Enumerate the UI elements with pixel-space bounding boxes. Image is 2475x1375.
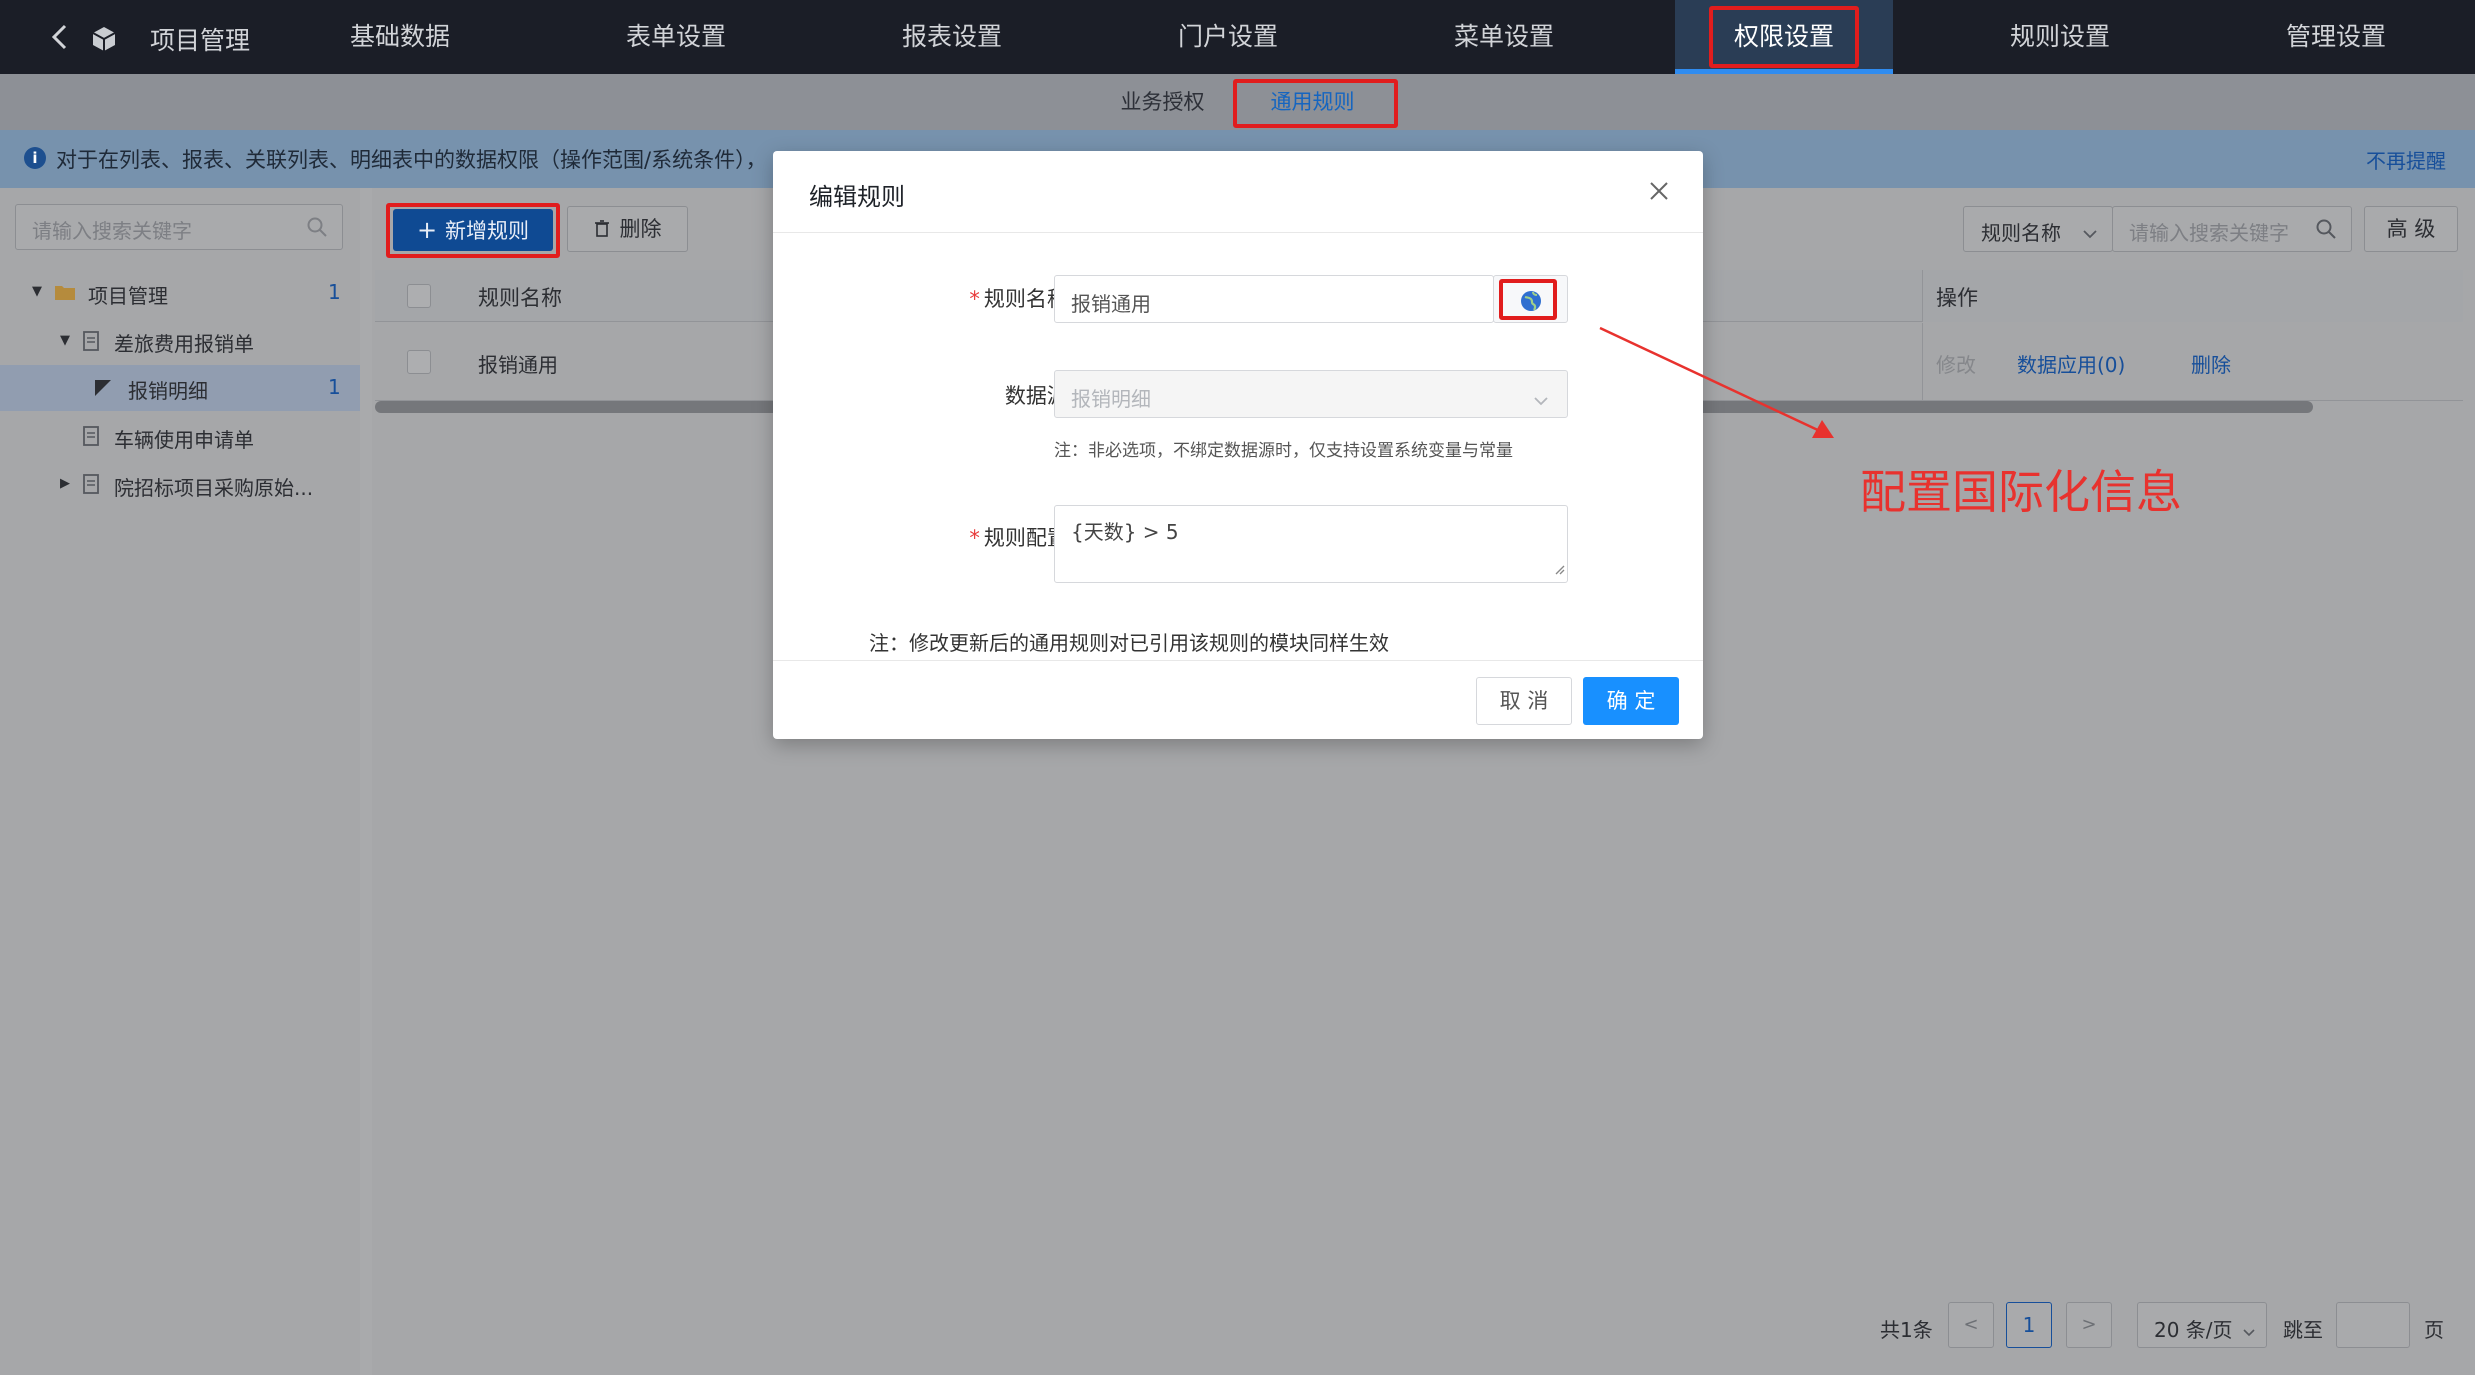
sidebar-search-placeholder: 请输入搜索关键字 xyxy=(32,219,192,243)
header-checkbox[interactable] xyxy=(407,284,431,308)
rule-name-input[interactable]: 报销通用 xyxy=(1054,275,1494,323)
confirm-button[interactable]: 确 定 xyxy=(1583,677,1679,725)
column-header-rule-name[interactable]: 规则名称 xyxy=(478,282,562,312)
plus-icon: + xyxy=(416,216,438,244)
tab-rule-settings[interactable]: 规则设置 xyxy=(1960,0,2160,74)
page-size-select[interactable]: 20 条/页 xyxy=(2137,1302,2267,1348)
dialog-bottom-note: 注：修改更新后的通用规则对已引用该规则的模块同样生效 xyxy=(869,631,1389,655)
tab-report-settings[interactable]: 报表设置 xyxy=(852,0,1052,74)
page-size-value: 20 条/页 xyxy=(2154,1318,2233,1342)
jump-to-label: 跳至 xyxy=(2283,1318,2323,1342)
globe-icon xyxy=(1519,289,1543,318)
filter-field-value: 规则名称 xyxy=(1981,221,2061,245)
page-number-button[interactable]: 1 xyxy=(2006,1302,2052,1348)
rule-config-value: {天数} > 5 xyxy=(1071,520,1179,544)
tab-menu-settings[interactable]: 菜单设置 xyxy=(1404,0,1604,74)
annotation-text: 配置国际化信息 xyxy=(1860,465,2182,519)
tree-caret-down-icon[interactable]: ▼ xyxy=(60,333,70,348)
advanced-search-button[interactable]: 高 级 xyxy=(2364,206,2458,252)
tab-basic-data[interactable]: 基础数据 xyxy=(300,0,500,74)
subtab-common-rules[interactable]: 通用规则 xyxy=(1250,74,1375,130)
delete-button[interactable]: 删除 xyxy=(567,206,688,252)
rule-name-value: 报销通用 xyxy=(1071,292,1151,316)
advanced-label: 高 级 xyxy=(2386,217,2436,241)
jump-page-input[interactable] xyxy=(2336,1302,2410,1348)
pagination-total: 共1条 xyxy=(1880,1318,1933,1342)
chevron-down-icon xyxy=(2082,221,2098,245)
tab-form-settings[interactable]: 表单设置 xyxy=(576,0,776,74)
tree-item-expense-detail[interactable]: 报销明细 xyxy=(128,375,208,404)
next-page-button[interactable]: > xyxy=(2066,1302,2112,1348)
table-search-input[interactable]: 请输入搜索关键字 xyxy=(2112,206,2352,252)
trash-icon xyxy=(594,208,610,252)
search-icon[interactable] xyxy=(306,216,328,243)
chevron-down-icon xyxy=(2242,1319,2256,1343)
dialog-title: 编辑规则 xyxy=(809,183,905,211)
form-doc-icon xyxy=(82,330,100,357)
confirm-label: 确 定 xyxy=(1606,689,1656,713)
required-marker: * xyxy=(969,287,980,311)
datasource-select[interactable]: 报销明细 xyxy=(1054,370,1568,418)
dialog-footer-divider xyxy=(773,660,1703,661)
edit-rule-dialog: 编辑规则 * 规则名称: 报销通用 数据源: 报销明细 注：非必选项，不绑定数据源… xyxy=(773,151,1703,739)
top-navigation-bar: 项目管理 基础数据 表单设置 报表设置 门户设置 菜单设置 权限设置 规则设置 … xyxy=(0,0,2475,74)
folder-icon xyxy=(54,282,76,306)
info-text: 对于在列表、报表、关联列表、明细表中的数据权限（操作范围/系统条件）， xyxy=(56,148,767,172)
delete-label: 删除 xyxy=(619,217,662,241)
tree-item-vehicle-request[interactable]: 车辆使用申请单 xyxy=(114,424,254,453)
tree-count-badge: 1 xyxy=(328,375,341,399)
tree-item-travel-expense[interactable]: 差旅费用报销单 xyxy=(114,328,254,357)
required-marker: * xyxy=(969,526,980,550)
add-rule-label: 新增规则 xyxy=(445,219,530,243)
actions-column-header-bg xyxy=(1922,270,2463,322)
info-icon: i xyxy=(24,147,46,169)
subtab-active-underline xyxy=(1262,124,1364,127)
row-data-usage-link[interactable]: 数据应用(0) xyxy=(2017,349,2125,378)
datasource-value: 报销明细 xyxy=(1071,387,1151,411)
row-edit-link[interactable]: 修改 xyxy=(1936,349,1976,378)
dismiss-link[interactable]: 不再提醒 xyxy=(2366,145,2446,174)
rule-config-label: * 规则配置: xyxy=(813,522,1075,552)
tab-admin-settings[interactable]: 管理设置 xyxy=(2236,0,2436,74)
tree-caret-right-icon[interactable]: ▶ xyxy=(60,476,70,491)
prev-page-button[interactable]: < xyxy=(1948,1302,1994,1348)
tab-portal-settings[interactable]: 门户设置 xyxy=(1128,0,1328,74)
form-doc-icon xyxy=(82,425,100,452)
table-search-placeholder: 请输入搜索关键字 xyxy=(2129,221,2289,245)
close-icon[interactable] xyxy=(1648,180,1670,206)
chevron-down-icon xyxy=(1533,389,1549,413)
sub-tab-bar xyxy=(0,74,2475,130)
tree-item-procurement[interactable]: 院招标项目采购原始... xyxy=(114,472,313,501)
tree-caret-down-icon[interactable]: ▼ xyxy=(32,284,42,299)
i18n-button[interactable] xyxy=(1493,275,1568,323)
search-icon[interactable] xyxy=(2315,218,2337,245)
app-title: 项目管理 xyxy=(149,26,250,55)
add-rule-button[interactable]: + 新增规则 xyxy=(393,209,553,251)
page-suffix-label: 页 xyxy=(2424,1318,2444,1342)
back-chevron-icon[interactable] xyxy=(46,22,76,52)
cancel-button[interactable]: 取 消 xyxy=(1476,677,1572,725)
annotation-arrow xyxy=(1599,326,1834,438)
row-checkbox[interactable] xyxy=(407,350,431,374)
current-page-label: 1 xyxy=(2022,1313,2036,1337)
sidebar-search-input[interactable]: 请输入搜索关键字 xyxy=(15,204,343,250)
row-delete-link[interactable]: 删除 xyxy=(2191,349,2231,378)
cube-logo-icon xyxy=(90,25,118,53)
rule-name-label: * 规则名称: xyxy=(813,283,1075,313)
rule-config-textarea[interactable]: {天数} > 5 xyxy=(1054,505,1568,583)
filter-field-select[interactable]: 规则名称 xyxy=(1963,206,2113,252)
tab-permission-settings[interactable]: 权限设置 xyxy=(1684,0,1884,74)
tree-item-project-management[interactable]: 项目管理 xyxy=(88,280,168,309)
datasource-note: 注：非必选项，不绑定数据源时，仅支持设置系统变量与常量 xyxy=(1054,441,1513,461)
column-header-actions: 操作 xyxy=(1936,286,1978,310)
subtab-business-auth[interactable]: 业务授权 xyxy=(1100,74,1225,130)
form-doc-icon xyxy=(82,473,100,500)
row-rule-name: 报销通用 xyxy=(478,353,558,377)
detail-table-icon xyxy=(94,378,112,402)
dialog-header-divider xyxy=(773,232,1703,233)
cancel-label: 取 消 xyxy=(1499,689,1549,713)
datasource-label: 数据源: xyxy=(1004,384,1075,408)
resize-handle-icon[interactable] xyxy=(1553,556,1565,580)
tree-count-badge: 1 xyxy=(328,280,341,304)
